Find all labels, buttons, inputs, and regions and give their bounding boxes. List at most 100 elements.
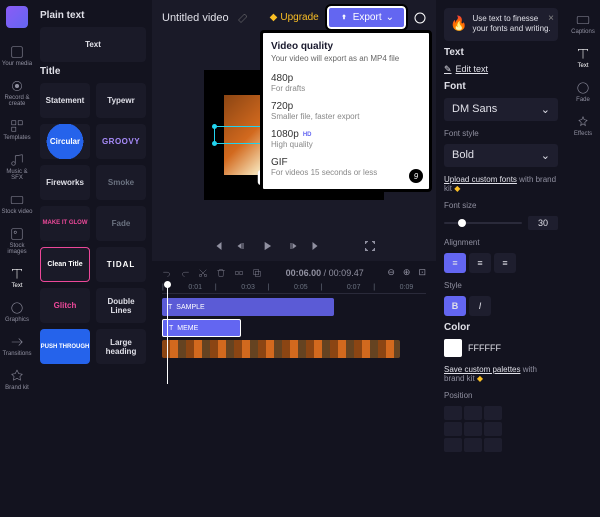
align-center-button[interactable]: ≡: [469, 253, 491, 273]
playhead[interactable]: [167, 284, 168, 384]
nav-record[interactable]: Record & create: [0, 74, 34, 112]
timeline-ruler[interactable]: |0:01|0:03|0:05|0:07|0:09: [162, 284, 426, 294]
template-plain-text[interactable]: Text: [40, 27, 146, 62]
template-push-through[interactable]: PUSH THROUGH: [40, 329, 90, 364]
cut-icon[interactable]: [198, 268, 208, 278]
chevron-down-icon: ⌄: [386, 12, 394, 23]
step-back-icon[interactable]: [236, 240, 248, 252]
template-glitch[interactable]: Glitch: [40, 288, 90, 323]
step-badge-9: 9: [409, 169, 423, 183]
play-icon[interactable]: [260, 239, 274, 253]
zoom-in-icon[interactable]: ⊕: [403, 267, 411, 278]
template-make-it-glow[interactable]: MAKE IT GLOW: [40, 206, 90, 241]
font-heading: Font: [444, 81, 558, 92]
pos-top-right[interactable]: [484, 406, 502, 420]
pos-bot-left[interactable]: [444, 438, 462, 452]
redo-icon[interactable]: [180, 268, 190, 278]
font-style-select[interactable]: Bold⌄: [444, 144, 558, 167]
nav-your-media[interactable]: Your media: [2, 40, 32, 72]
template-typewriter[interactable]: Typewr: [96, 83, 146, 118]
template-large-heading[interactable]: Large heading: [96, 329, 146, 364]
nav-templates[interactable]: Templates: [3, 114, 30, 146]
font-size-input[interactable]: [528, 216, 558, 230]
zoom-fit-icon[interactable]: ⊡: [418, 267, 426, 278]
font-select[interactable]: DM Sans⌄: [444, 98, 558, 121]
nav-transitions[interactable]: Transitions: [2, 330, 31, 362]
template-fade[interactable]: Fade: [96, 206, 146, 241]
right-iconbar: Captions Text Fade Effects: [566, 0, 600, 517]
copy-icon[interactable]: [252, 268, 262, 278]
step-forward-icon[interactable]: [286, 240, 298, 252]
export-1080p[interactable]: 1080pHDHigh quality: [271, 125, 421, 153]
skip-back-icon[interactable]: [212, 240, 224, 252]
diamond-icon: ◆: [270, 12, 278, 23]
position-heading: Position: [444, 391, 558, 400]
bold-button[interactable]: B: [444, 296, 466, 316]
text-clip-sample[interactable]: TSAMPLE: [162, 298, 334, 316]
nav-graphics[interactable]: Graphics: [5, 296, 29, 328]
nav-text-right[interactable]: Text: [576, 42, 590, 74]
project-title[interactable]: Untitled video: [162, 12, 229, 24]
template-groovy[interactable]: GROOVY: [96, 124, 146, 159]
pos-bot-right[interactable]: [484, 438, 502, 452]
app-logo: [6, 6, 28, 28]
text-heading: Text: [444, 47, 558, 58]
align-left-button[interactable]: ≡: [444, 253, 466, 273]
upgrade-button[interactable]: ◆Upgrade: [270, 12, 319, 23]
font-size-slider[interactable]: [444, 222, 522, 224]
template-clean-title[interactable]: Clean Title: [40, 247, 90, 282]
nav-text[interactable]: Text: [10, 262, 24, 294]
nav-music[interactable]: Music & SFX: [0, 148, 34, 186]
align-right-button[interactable]: ≡: [494, 253, 516, 273]
pos-top-center[interactable]: [464, 406, 482, 420]
nav-effects[interactable]: Effects: [574, 110, 592, 142]
zoom-out-icon[interactable]: ⊖: [387, 267, 395, 278]
export-480p[interactable]: 480pFor drafts: [271, 69, 421, 97]
split-icon[interactable]: [234, 268, 244, 278]
resize-handle[interactable]: [212, 141, 217, 146]
color-value: FFFFFF: [468, 343, 501, 353]
slider-thumb[interactable]: [458, 219, 466, 227]
color-heading: Color: [444, 322, 558, 333]
upload-fonts-link[interactable]: Upload custom fonts: [444, 175, 517, 184]
nav-captions[interactable]: Captions: [571, 8, 595, 40]
total-time: 00:09.47: [329, 268, 364, 278]
close-tip-icon[interactable]: ×: [548, 12, 554, 25]
export-720p[interactable]: 720pSmaller file, faster export: [271, 97, 421, 125]
template-tidal[interactable]: TIDAL: [96, 247, 146, 282]
pos-mid-center[interactable]: [464, 422, 482, 436]
templates-panel: Plain text Text Title Statement Typewr C…: [34, 0, 152, 517]
export-gif[interactable]: GIFFor videos 15 seconds or less: [271, 153, 421, 181]
fullscreen-icon[interactable]: [364, 240, 376, 252]
template-smoke[interactable]: Smoke: [96, 165, 146, 200]
nav-stock-images[interactable]: Stock images: [0, 222, 34, 260]
template-circular[interactable]: Circular: [40, 124, 90, 159]
trash-icon[interactable]: [216, 268, 226, 278]
position-grid: [444, 406, 558, 452]
nav-fade[interactable]: Fade: [576, 76, 590, 108]
resize-handle[interactable]: [212, 124, 217, 129]
pos-bot-center[interactable]: [464, 438, 482, 452]
pencil-icon: ✎: [444, 64, 452, 75]
edit-text-link[interactable]: ✎Edit text: [444, 64, 558, 75]
template-double-lines[interactable]: Double Lines: [96, 288, 146, 323]
text-clip-meme[interactable]: TMEME: [162, 319, 241, 337]
template-fireworks[interactable]: Fireworks: [40, 165, 90, 200]
nav-brand-kit[interactable]: Brand kit: [5, 364, 29, 396]
color-swatch[interactable]: [444, 339, 462, 357]
pos-top-left[interactable]: [444, 406, 462, 420]
save-palettes-link[interactable]: Save custom palettes: [444, 365, 520, 374]
italic-button[interactable]: I: [469, 296, 491, 316]
template-statement[interactable]: Statement: [40, 83, 90, 118]
video-quality-heading: Video quality: [271, 41, 421, 52]
media-clip[interactable]: [162, 340, 400, 358]
wand-icon[interactable]: [237, 12, 249, 24]
undo-icon[interactable]: [162, 268, 172, 278]
export-button[interactable]: Export ⌄: [327, 6, 406, 29]
nav-stock-video[interactable]: Stock video: [1, 188, 32, 220]
flame-icon: 🔥: [450, 14, 467, 35]
style-heading: Style: [444, 281, 558, 290]
pos-mid-left[interactable]: [444, 422, 462, 436]
skip-forward-icon[interactable]: [310, 240, 322, 252]
pos-mid-right[interactable]: [484, 422, 502, 436]
